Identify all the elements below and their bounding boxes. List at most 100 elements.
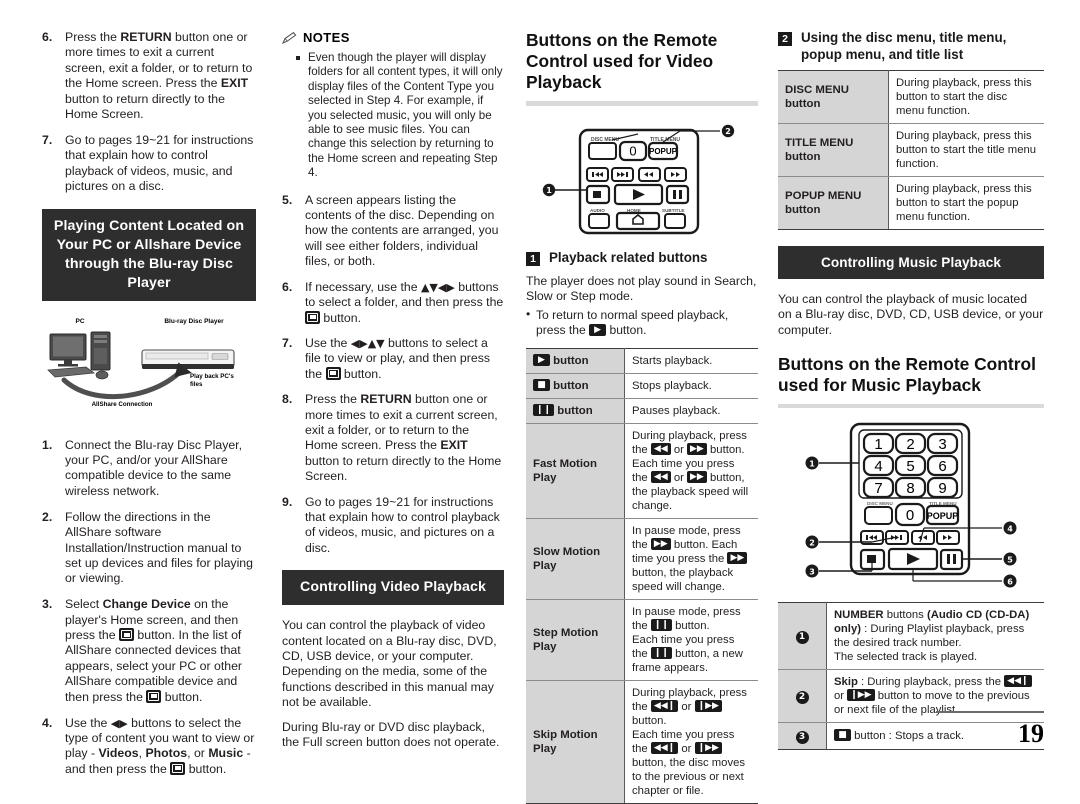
- step-number: 6.: [42, 30, 53, 44]
- table-cell-value: Pauses playback.: [624, 398, 758, 425]
- video-remote-svg: DISC MENU TITLE MENU 0 POPUP AUDIO HOME …: [542, 124, 734, 235]
- table-cell-key: ■ button: [526, 373, 625, 400]
- button-glyph-icon: ▶▶: [687, 471, 707, 484]
- button-glyph-icon: ❙▶▶: [694, 742, 722, 755]
- column-2: NOTES Even though the player will displa…: [268, 0, 516, 761]
- table-row: Slow Motion Play In pause mode, press the…: [526, 518, 758, 601]
- numbered-heading-title: Using the disc menu, title menu, popup m…: [801, 30, 1007, 62]
- key-7: 7: [874, 480, 882, 497]
- table-cell-value: During playback, press this button to st…: [888, 123, 1044, 177]
- enter-button-icon: [305, 310, 320, 324]
- music-remote-svg: 1 2 3 4 5 6 7 8 9 DISC MENU TITLE MENU 0…: [805, 423, 1016, 588]
- table-cell-key: Slow Motion Play: [526, 518, 625, 601]
- step-item: 5. A screen appears listing the contents …: [282, 192, 499, 269]
- table-row: ❙❙ button Pauses playback.: [526, 398, 758, 425]
- button-glyph-icon: ▶: [533, 354, 550, 367]
- column-4: 2 Using the disc menu, title menu, popup…: [768, 0, 1080, 761]
- table-row: Fast Motion Play During playback, press t…: [526, 423, 758, 520]
- button-glyph-icon: ❙❙: [650, 647, 672, 660]
- numbered-heading-disc-menu: 2 Using the disc menu, title menu, popup…: [778, 30, 1044, 63]
- diagram-label-pc: PC: [75, 318, 84, 325]
- disc-menu-table: DISC MENU button During playback, press t…: [778, 70, 1044, 230]
- label-subtitle: SUBTITLE: [662, 208, 684, 213]
- table-row: ▶ button Starts playback.: [526, 348, 758, 375]
- callout-badge: 2: [795, 691, 809, 705]
- allshare-diagram: PC Blu-ray Disc Player Play back PC's fi…: [42, 314, 256, 424]
- table-cell-key: Fast Motion Play: [526, 423, 625, 520]
- callout-5: 5: [1007, 556, 1013, 565]
- table-cell-value: During playback, press this button to st…: [888, 176, 1044, 230]
- table-cell-value: NUMBER buttons (Audio CD (CD-DA) only) :…: [826, 602, 1044, 671]
- table-row: 1 NUMBER buttons (Audio CD (CD-DA) only) …: [778, 602, 1044, 671]
- step-item: 8. Press the RETURN button one or more ti…: [282, 392, 502, 484]
- enter-button-icon: [146, 689, 162, 703]
- diagram-label-connection: AllShare Connection: [92, 401, 153, 408]
- step-item: 9. Go to pages 19~21 for instructions tha…: [282, 494, 500, 555]
- button-glyph-icon: ◀◀: [650, 443, 671, 456]
- step-item: 7. Go to pages 19~21 for instructions tha…: [42, 132, 254, 194]
- table-cell-value: During playback, press the ◀◀ or ▶▶ butt…: [624, 423, 758, 520]
- button-glyph-icon: ◀◀❙: [650, 742, 679, 755]
- table-cell-key: POPUP MENU button: [778, 176, 889, 230]
- manual-page: 6. Press the RETURN button one or more ti…: [0, 0, 1080, 804]
- direction-arrows-icon: ▲▼◀▶: [420, 280, 455, 294]
- step-number: 1.: [42, 437, 53, 452]
- step-number: 6.: [282, 279, 293, 294]
- step-item: 1. Connect the Blu-ray Disc Player, your …: [42, 437, 243, 498]
- playback-intro: The player does not play sound in Search…: [526, 273, 757, 303]
- callout-1: 1: [809, 460, 815, 469]
- steps-list-bottom: 1. Connect the Blu-ray Disc Player, your …: [42, 438, 256, 778]
- page-number-block: 19: [936, 710, 1044, 750]
- button-glyph-icon: ◀◀❙: [650, 700, 679, 713]
- button-glyph-icon: ❙▶▶: [694, 700, 722, 713]
- table-cell-value: During playback, press the ◀◀❙ or ❙▶▶ bu…: [624, 680, 758, 804]
- button-glyph-icon: ◀◀❙: [1004, 675, 1032, 688]
- table-cell-callout: 3: [778, 722, 827, 751]
- notes-label: NOTES: [303, 30, 350, 45]
- notes-list: Even though the player will display fold…: [282, 51, 504, 181]
- button-glyph-icon: ❙❙: [650, 619, 672, 632]
- key-8: 8: [906, 480, 914, 497]
- page-number-rule: [936, 710, 1044, 713]
- key-3: 3: [938, 436, 946, 453]
- direction-arrows-icon: ◀▶▲▼: [350, 336, 385, 350]
- direction-arrows-icon: ◀▶: [110, 716, 128, 730]
- pencil-icon: [282, 31, 297, 44]
- steps-list: 5. A screen appears listing the contents …: [282, 193, 504, 557]
- enter-button-icon: [170, 761, 186, 775]
- callout-2: 2: [809, 539, 815, 548]
- step-item: 6. If necessary, use the ▲▼◀▶ buttons to …: [282, 279, 504, 325]
- table-cell-value: During playback, press this button to st…: [888, 70, 1044, 124]
- bullet-item: To return to normal speed playback, pres…: [526, 307, 758, 338]
- button-glyph-icon: ▶▶: [727, 552, 748, 565]
- table-cell-value: Starts playback.: [624, 348, 758, 375]
- section-heading-allshare: Playing Content Located on Your PC or Al…: [42, 208, 256, 301]
- music-remote-illustration: 1 2 3 4 5 6 7 8 9 DISC MENU TITLE MENU 0…: [778, 418, 1044, 590]
- callout-2: 2: [725, 127, 731, 136]
- callout-3: 3: [809, 568, 815, 577]
- note-item: Even though the player will display fold…: [296, 51, 504, 181]
- section-heading-music-playback: Controlling Music Playback: [778, 246, 1044, 279]
- key-6: 6: [938, 458, 946, 475]
- number-badge: 2: [778, 32, 792, 46]
- step-number: 2.: [42, 509, 53, 524]
- step-number: 8.: [282, 392, 293, 407]
- button-glyph-icon: ■: [533, 379, 550, 392]
- table-cell-key: ❙❙ button: [526, 398, 625, 425]
- table-cell-key: Step Motion Play: [526, 599, 625, 682]
- allshare-diagram-svg: PC Blu-ray Disc Player Play back PC's fi…: [47, 318, 235, 408]
- key-1: 1: [874, 436, 882, 453]
- step-number: 5.: [282, 192, 293, 207]
- button-glyph-icon: ▶▶: [687, 443, 707, 456]
- numbered-heading-playback-buttons: 1 Playback related buttons: [526, 250, 758, 267]
- button-glyph-icon: ❙❙: [533, 404, 555, 417]
- table-row: Skip Motion Play During playback, press t…: [526, 680, 758, 804]
- step-number: 3.: [42, 597, 53, 612]
- notes-header: NOTES: [282, 30, 504, 45]
- callout-6: 6: [1007, 578, 1013, 587]
- table-row: TITLE MENU button During playback, press …: [778, 123, 1044, 177]
- number-badge: 1: [526, 252, 540, 266]
- enter-button-icon: [119, 628, 134, 642]
- step-item: 7. Use the ◀▶▲▼ buttons to select a file …: [282, 335, 491, 381]
- paragraph: You can control the playback of video co…: [282, 618, 497, 710]
